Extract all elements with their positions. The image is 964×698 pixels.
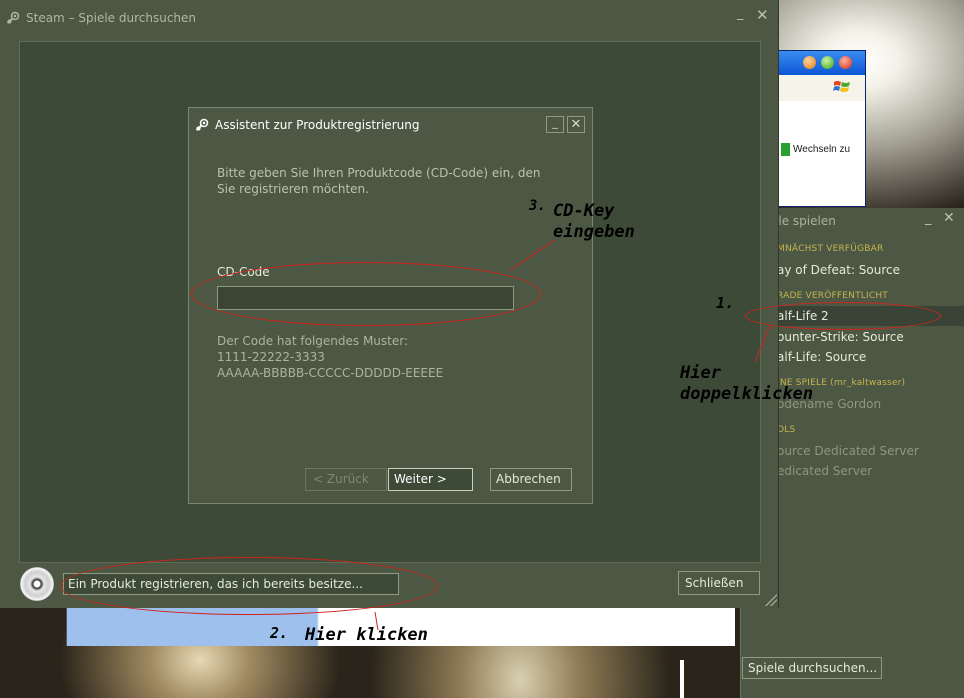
annotation-step3-line2: eingeben — [553, 222, 635, 242]
annotation-lines — [374, 239, 771, 631]
annotation-step1-line2: doppelklicken — [680, 384, 814, 404]
annotation-step1-line1: Hier — [680, 363, 721, 383]
annotation-step1-number: 1. — [716, 294, 735, 312]
annotation-step2-number: 2. — [270, 624, 289, 642]
annotation-step2-text: Hier klicken — [305, 625, 428, 645]
annotation-step3-number: 3. — [529, 198, 546, 214]
annotation-step3-line1: CD-Key — [553, 201, 615, 221]
